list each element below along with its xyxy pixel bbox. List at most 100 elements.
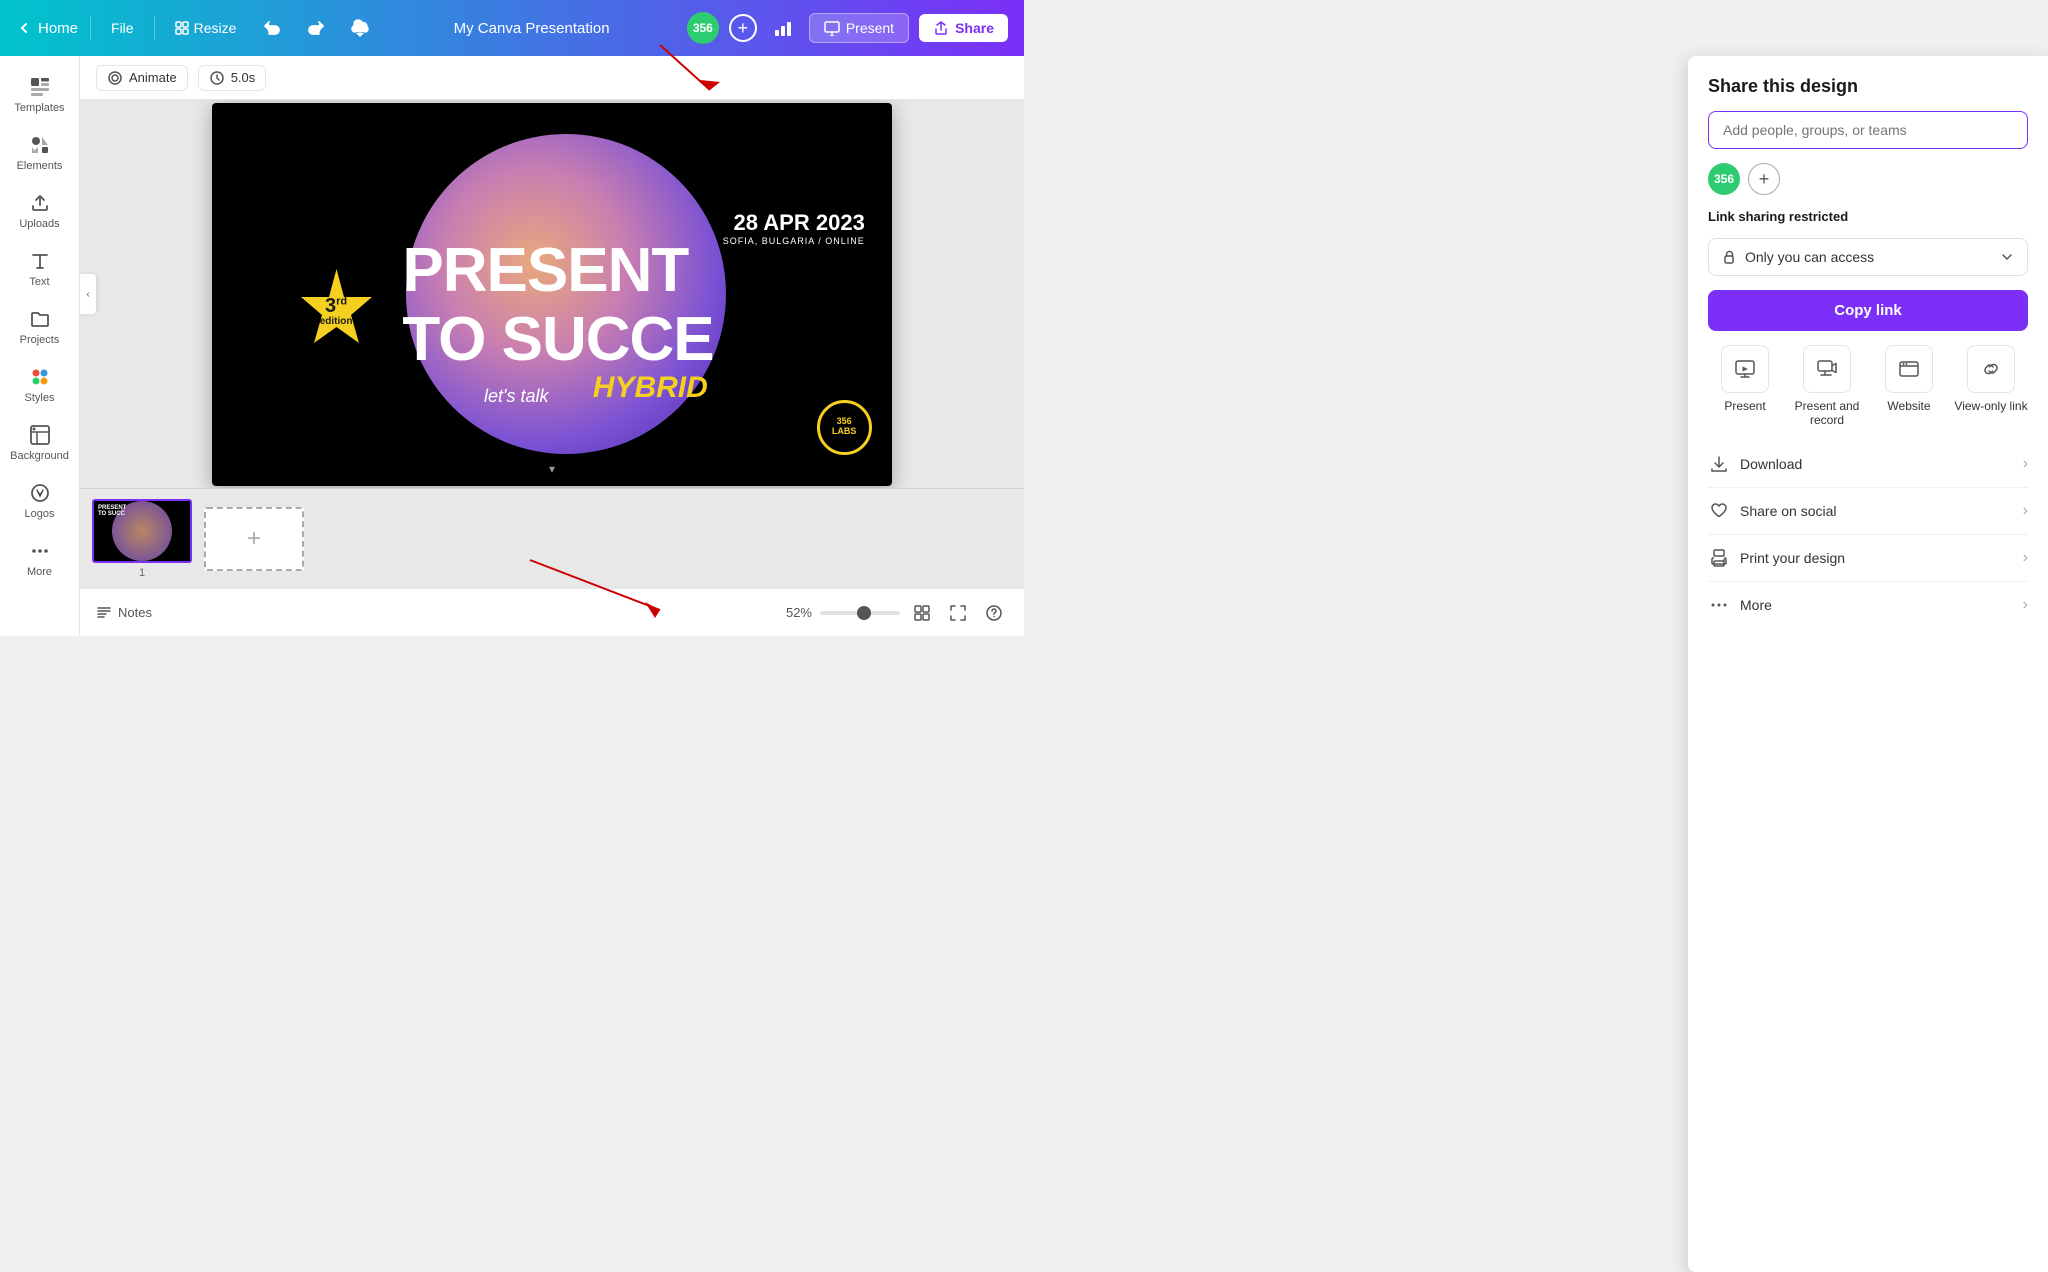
sidebar-item-logos[interactable]: Logos [4, 474, 76, 528]
sidebar-item-background[interactable]: Background [4, 416, 76, 470]
styles-label: Styles [25, 392, 55, 404]
present-button[interactable]: Present [809, 13, 909, 43]
sidebar-item-templates[interactable]: Templates [4, 68, 76, 122]
slide-text-hybrid: HYBRID [593, 371, 708, 405]
left-sidebar: Templates Elements Uploads Text Projects… [0, 56, 80, 636]
projects-label: Projects [20, 334, 60, 346]
duration-button[interactable]: 5.0s [198, 65, 267, 91]
animate-button[interactable]: Animate [96, 65, 188, 91]
share-panel-title: Share this design [1708, 76, 2028, 97]
animate-icon [107, 70, 123, 86]
file-button[interactable]: File [103, 16, 142, 40]
share-social-label: Share on social [1740, 503, 2013, 519]
bottom-bar: Notes 52% [80, 588, 1024, 636]
share-panel: Share this design 356 + Link sharing res… [1688, 56, 2048, 1272]
zoom-percentage: 52% [786, 605, 812, 620]
text-icon [29, 250, 51, 272]
sidebar-item-elements[interactable]: Elements [4, 126, 76, 180]
slide-thumb-1[interactable]: PRESENTTO SUCC [92, 499, 192, 563]
editor-toolbar: Animate 5.0s [80, 56, 1024, 100]
templates-icon [29, 76, 51, 98]
presentation-title: My Canva Presentation [388, 20, 674, 37]
share-option-view-only[interactable]: View-only link [1954, 345, 2028, 427]
sidebar-item-more[interactable]: More [4, 532, 76, 586]
cloud-icon [350, 18, 370, 38]
background-icon [29, 424, 51, 446]
share-option-website[interactable]: Website [1872, 345, 1946, 427]
resize-button[interactable]: Resize [167, 16, 245, 40]
nav-divider [90, 16, 91, 40]
templates-label: Templates [14, 102, 64, 114]
share-people-input[interactable] [1708, 111, 2028, 149]
animate-label: Animate [129, 70, 177, 85]
analytics-button[interactable] [767, 14, 799, 42]
share-option-present-record[interactable]: Present and record [1790, 345, 1864, 427]
download-svg [1709, 454, 1729, 474]
download-menu-item[interactable]: Download › [1708, 441, 2028, 487]
duration-label: 5.0s [231, 70, 256, 85]
present-button-label: Present [846, 20, 894, 36]
help-button[interactable] [980, 599, 1008, 627]
undo-button[interactable] [256, 14, 288, 42]
resize-icon [175, 21, 189, 35]
access-option-label: Only you can access [1745, 249, 1991, 265]
slide-thumb-item-1[interactable]: PRESENTTO SUCC 1 [92, 499, 192, 579]
sidebar-item-uploads[interactable]: Uploads [4, 184, 76, 238]
share-add-user-button[interactable]: + [1748, 163, 1780, 195]
slide-text-present: PRESENT [402, 240, 688, 302]
projects-icon [29, 308, 51, 330]
slide-date-box: 28 APR 2023 SOFIA, BULGARIA / ONLINE [723, 210, 865, 246]
analytics-icon [773, 18, 793, 38]
help-icon [986, 605, 1002, 621]
present-record-option-icon [1803, 345, 1851, 393]
logos-icon [29, 482, 51, 504]
elements-icon [29, 134, 51, 156]
notes-icon [96, 605, 112, 621]
sidebar-item-text[interactable]: Text [4, 242, 76, 296]
sidebar-item-styles[interactable]: Styles [4, 358, 76, 412]
fullscreen-icon [950, 605, 966, 621]
share-user-avatar: 356 [1708, 163, 1740, 195]
print-icon [1708, 547, 1730, 569]
zoom-slider[interactable] [820, 611, 900, 615]
share-social-chevron: › [2023, 502, 2028, 520]
slide-edition-text: 3rd edition [320, 296, 353, 328]
slide-text-succeed: TO SUCCE [402, 309, 713, 371]
zoom-controls: 52% [786, 599, 1008, 627]
share-option-present[interactable]: Present [1708, 345, 1782, 427]
download-label: Download [1740, 456, 2013, 472]
link-sharing-label: Link sharing restricted [1708, 209, 2028, 224]
website-option-label: Website [1887, 399, 1930, 413]
grid-view-button[interactable] [908, 599, 936, 627]
slide-location: SOFIA, BULGARIA / ONLINE [723, 236, 865, 246]
user-avatar[interactable]: 356 [687, 12, 719, 44]
share-button[interactable]: Share [919, 14, 1008, 42]
print-menu-item[interactable]: Print your design › [1708, 534, 2028, 581]
access-dropdown[interactable]: Only you can access [1708, 238, 2028, 276]
share-button-label: Share [955, 20, 994, 36]
chain-link-icon [1980, 358, 2002, 380]
home-button[interactable]: Home [16, 20, 78, 37]
add-collaborator-button[interactable]: + [729, 14, 757, 42]
scroll-left-button[interactable]: ‹ [80, 274, 96, 314]
print-label: Print your design [1740, 550, 2013, 566]
sidebar-item-projects[interactable]: Projects [4, 300, 76, 354]
add-slide-button[interactable]: + [204, 507, 304, 571]
top-nav: Home File Resize My Canva Presentation 3… [0, 0, 1024, 56]
copy-link-button[interactable]: Copy link [1708, 290, 2028, 331]
main-layout: Templates Elements Uploads Text Projects… [0, 56, 1024, 636]
grid-icon [914, 605, 930, 621]
more-menu-item[interactable]: More › [1708, 581, 2028, 628]
fullscreen-button[interactable] [944, 599, 972, 627]
cloud-save-button[interactable] [344, 14, 376, 42]
view-only-option-icon [1967, 345, 2015, 393]
zoom-thumb[interactable] [857, 606, 871, 620]
more-dots-menu-icon [1708, 594, 1730, 616]
notes-button[interactable]: Notes [96, 605, 152, 621]
share-social-menu-item[interactable]: Share on social › [1708, 487, 2028, 534]
slide-canvas[interactable]: PRESENT TO SUCCE let's talk HYBRID 28 AP… [212, 103, 892, 486]
canvas-scroll-down: ▾ [549, 462, 555, 476]
print-chevron: › [2023, 549, 2028, 567]
redo-button[interactable] [300, 14, 332, 42]
more-chevron: › [2023, 596, 2028, 614]
